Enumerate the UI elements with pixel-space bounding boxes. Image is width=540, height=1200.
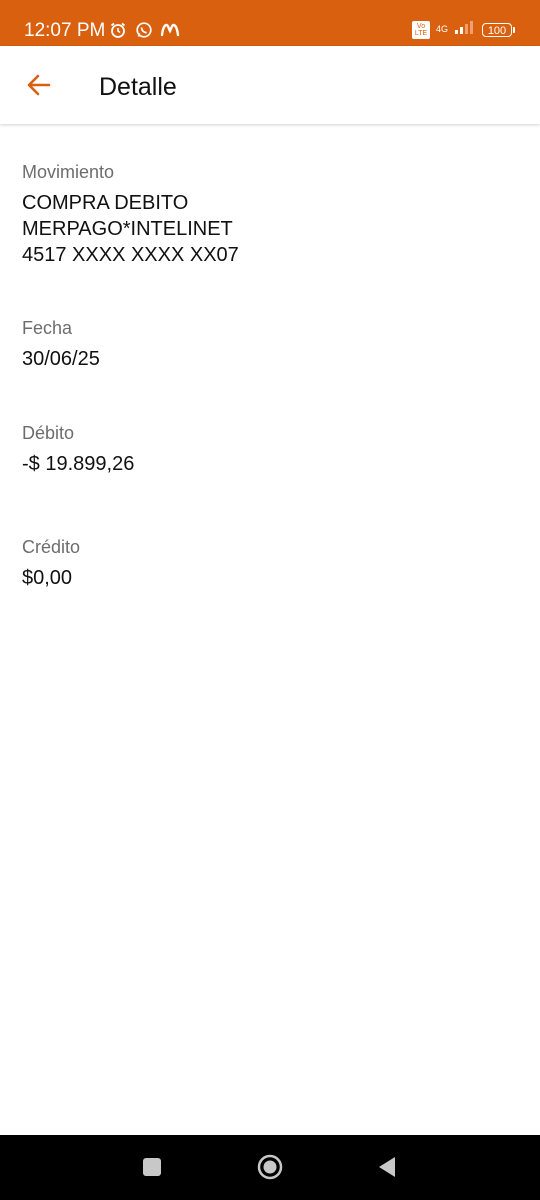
movistar-icon — [160, 20, 180, 40]
field-value-fecha: 30/06/25 — [22, 348, 100, 370]
home-button[interactable] — [255, 1152, 285, 1182]
status-notification-icons — [108, 20, 180, 40]
network-type: 4G — [436, 24, 449, 34]
status-system-icons: Vo LTE 4G 100 — [412, 20, 515, 39]
back-triangle-icon — [379, 1157, 395, 1177]
field-credito: Crédito $0,00 — [22, 535, 522, 591]
field-fecha: Fecha 30/06/25 — [22, 316, 522, 372]
whatsapp-icon — [134, 20, 154, 40]
signal-icon — [454, 20, 476, 39]
field-value-movimiento: COMPRA DEBITO MERPAGO*INTELINET 4517 XXX… — [22, 190, 522, 268]
battery-icon: 100 — [482, 22, 515, 37]
status-time: 12:07 PM — [24, 20, 106, 41]
recents-square-icon — [143, 1158, 161, 1176]
nav-back-button[interactable] — [372, 1152, 402, 1182]
status-bar: 12:07 PM Vo LTE 4G 100 — [0, 0, 540, 46]
movimiento-line-3: 4517 XXXX XXXX XX07 — [22, 244, 239, 266]
movimiento-line-2: MERPAGO*INTELINET — [22, 218, 233, 240]
arrow-left-icon — [27, 74, 51, 96]
field-value-debito: -$ 19.899,26 — [22, 453, 135, 475]
field-value-credito: $0,00 — [22, 567, 73, 589]
alarm-icon — [108, 20, 128, 40]
recents-button[interactable] — [137, 1152, 167, 1182]
field-label-movimiento: Movimiento — [22, 162, 115, 182]
navigation-bar — [0, 1135, 540, 1200]
field-label-credito: Crédito — [22, 537, 81, 557]
app-bar: Detalle — [0, 46, 540, 124]
field-label-fecha: Fecha — [22, 318, 73, 338]
page-title: Detalle — [99, 73, 177, 101]
field-label-debito: Débito — [22, 423, 75, 443]
volte-badge: Vo LTE — [412, 20, 430, 39]
home-circle-icon — [257, 1154, 283, 1180]
field-debito: Débito -$ 19.899,26 — [22, 421, 522, 477]
field-movimiento: Movimiento COMPRA DEBITO MERPAGO*INTELIN… — [22, 160, 522, 268]
back-button[interactable] — [22, 68, 56, 102]
movimiento-line-1: COMPRA DEBITO — [22, 192, 189, 214]
